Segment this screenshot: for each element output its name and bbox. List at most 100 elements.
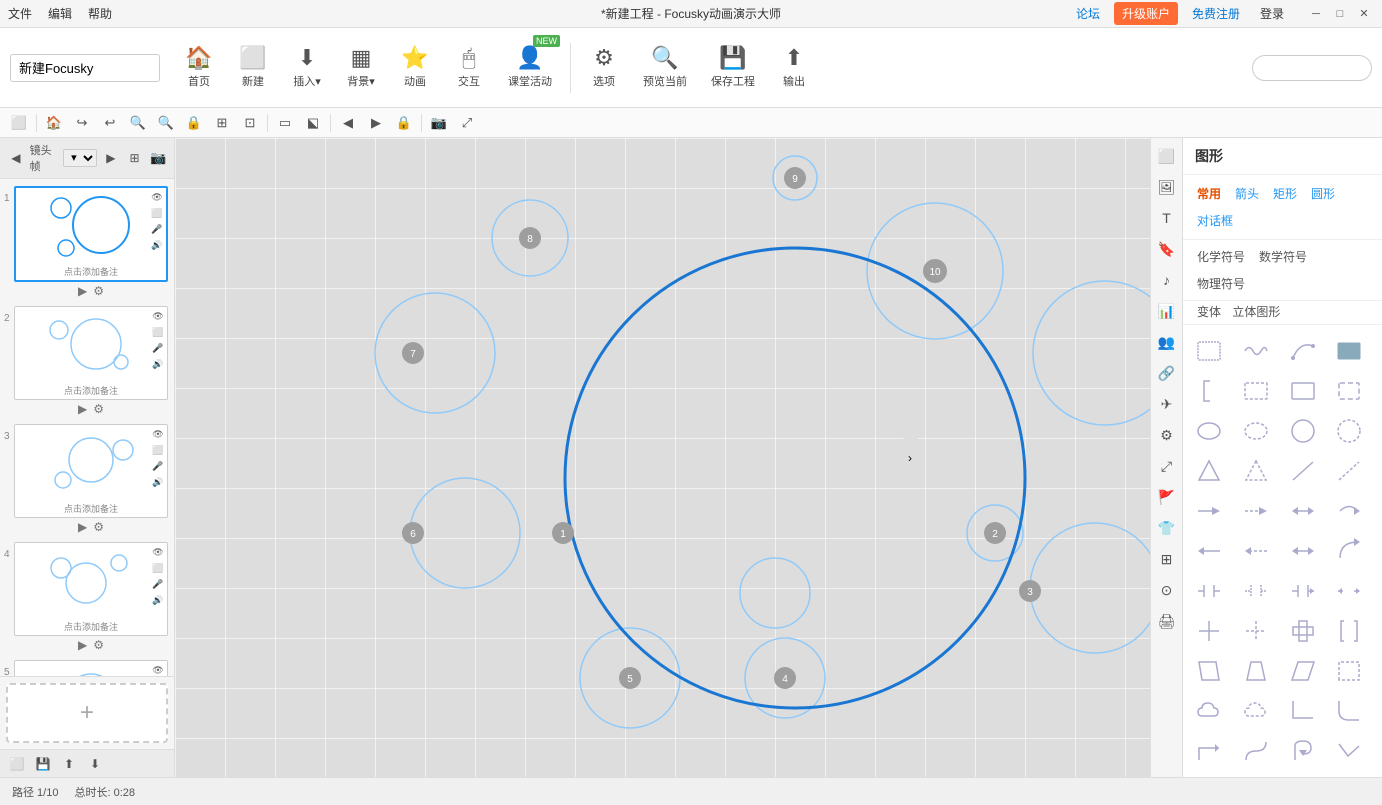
circle-6[interactable] xyxy=(410,478,520,588)
flag-panel-icon[interactable]: 🚩 xyxy=(1153,483,1181,511)
link-panel-icon[interactable]: 🔗 xyxy=(1153,359,1181,387)
slide-label-4[interactable]: 点击添加备注 xyxy=(15,618,167,635)
shape-subcat-variant[interactable]: 变体 xyxy=(1193,303,1225,321)
slide-play-3[interactable]: ▶ xyxy=(78,520,87,534)
tb2-prev-btn[interactable]: ◀ xyxy=(335,111,361,135)
shape-connector2[interactable] xyxy=(1238,573,1274,609)
toolbar-animation[interactable]: ⭐ 动画 xyxy=(390,33,440,103)
slide-item-3[interactable]: 3 × 👁 ⬜ 🎤 🔊 xyxy=(0,421,174,539)
slide-mic-icon-3[interactable]: 🎤 xyxy=(151,459,165,473)
slides-bottom-btn3[interactable]: ⬆ xyxy=(58,753,80,775)
slide-label-2[interactable]: 点击添加备注 xyxy=(15,382,167,399)
tb2-lock2-btn[interactable]: 🔒 xyxy=(391,111,417,135)
tb2-zoomin-btn[interactable]: 🔍 xyxy=(125,111,151,135)
shape-subcat-math[interactable]: 数学符号 xyxy=(1255,246,1311,267)
slide-item-5[interactable]: 5 × 👁 ⬜ 🎤 🔊 xyxy=(0,657,174,676)
slides-bottom-btn1[interactable]: ⬜ xyxy=(6,753,28,775)
toolbar-insert[interactable]: ⬇ 插入▾ xyxy=(282,33,332,103)
bookmark-panel-icon[interactable]: 🔖 xyxy=(1153,235,1181,263)
toolbar-select[interactable]: ⚙ 选项 xyxy=(579,33,629,103)
shape-hook[interactable] xyxy=(1285,733,1321,769)
slide-play-2[interactable]: ▶ xyxy=(78,402,87,416)
slide-eye-icon-2[interactable]: 👁 xyxy=(151,309,165,323)
shape-cat-dialog[interactable]: 对话框 xyxy=(1193,210,1237,231)
shape-corner[interactable] xyxy=(1285,693,1321,729)
slide-item-1[interactable]: 1 × 👁 ⬜ 🎤 🔊 xyxy=(0,183,174,303)
shape-dashed-arrow[interactable] xyxy=(1238,493,1274,529)
shape-dashed-circle[interactable] xyxy=(1331,413,1367,449)
search-input[interactable] xyxy=(1252,55,1372,81)
slide-mic-icon-2[interactable]: 🎤 xyxy=(151,341,165,355)
toolbar-new[interactable]: ⬜ 新建 xyxy=(228,33,278,103)
slide-eye-icon-5[interactable]: 👁 xyxy=(151,663,165,676)
slide-frame-icon-3[interactable]: ⬜ xyxy=(151,443,165,457)
forum-link[interactable]: 论坛 xyxy=(1070,3,1106,24)
shape-dashed-rect2[interactable] xyxy=(1331,373,1367,409)
shape-cat-common[interactable]: 常用 xyxy=(1193,183,1225,204)
chart-panel-icon[interactable]: 📊 xyxy=(1153,297,1181,325)
shape-cat-arrow[interactable]: 箭头 xyxy=(1231,183,1263,204)
shape-connector1[interactable] xyxy=(1191,573,1227,609)
toolbar-interact[interactable]: 🖱 交互 xyxy=(444,33,494,103)
slide-speaker-icon-4[interactable]: 🔊 xyxy=(151,593,165,607)
shape-elbow[interactable] xyxy=(1191,733,1227,769)
tb2-redo-btn[interactable]: ↩ xyxy=(97,111,123,135)
slide-frame-icon-1[interactable]: ⬜ xyxy=(150,206,164,220)
shape-trapezoid2[interactable] xyxy=(1331,653,1367,689)
toolbar-home[interactable]: 🏠 首页 xyxy=(174,33,224,103)
circle-3[interactable] xyxy=(1030,523,1150,653)
slides-bottom-btn4[interactable]: ⬇ xyxy=(84,753,106,775)
shape-circle[interactable] xyxy=(1285,413,1321,449)
shape-cat-rect[interactable]: 矩形 xyxy=(1269,183,1301,204)
shape-cross1[interactable] xyxy=(1191,613,1227,649)
shape-double-arrow2[interactable] xyxy=(1285,533,1321,569)
tb2-camera-btn[interactable]: 📷 xyxy=(426,111,452,135)
music-panel-icon[interactable]: ♪ xyxy=(1153,266,1181,294)
slide-settings-4[interactable]: ⚙ xyxy=(93,638,104,652)
shape-bracket-left[interactable] xyxy=(1191,373,1227,409)
tb2-home-btn[interactable]: 🏠 xyxy=(41,111,67,135)
shape-parallelogram[interactable] xyxy=(1191,653,1227,689)
shape-connector4[interactable] xyxy=(1331,573,1367,609)
slide-item-4[interactable]: 4 × 👁 ⬜ 🎤 🔊 xyxy=(0,539,174,657)
shape-arrow-left[interactable] xyxy=(1191,533,1227,569)
slide-settings-2[interactable]: ⚙ xyxy=(93,402,104,416)
shapes-panel-icon[interactable]: ⬜ xyxy=(1153,142,1181,170)
tb2-grid-btn[interactable]: ⊞ xyxy=(209,111,235,135)
shape-cross3[interactable] xyxy=(1285,613,1321,649)
shape-arc-arrow[interactable] xyxy=(1331,533,1367,569)
shape-double-arrow[interactable] xyxy=(1285,493,1321,529)
tb2-rect-btn[interactable]: ▭ xyxy=(272,111,298,135)
toolbar-export[interactable]: ⬆ 输出 xyxy=(769,33,819,103)
settings-panel-icon[interactable]: ⚙ xyxy=(1153,421,1181,449)
slide-mic-icon-1[interactable]: 🎤 xyxy=(150,222,164,236)
slide-speaker-icon-2[interactable]: 🔊 xyxy=(151,357,165,371)
shape-dashed-triangle[interactable] xyxy=(1238,453,1274,489)
shape-select-rect[interactable] xyxy=(1191,333,1227,369)
people-panel-icon[interactable]: 👥 xyxy=(1153,328,1181,356)
shape-ellipse[interactable] xyxy=(1191,413,1227,449)
shape-arrow-right[interactable] xyxy=(1191,493,1227,529)
collapse-right-panel[interactable]: › xyxy=(902,438,918,478)
add-slide-button[interactable]: + xyxy=(6,683,168,743)
resize-panel-icon[interactable]: ⤢ xyxy=(1153,452,1181,480)
menu-edit[interactable]: 编辑 xyxy=(48,5,72,22)
slide-item-2[interactable]: 2 × 👁 ⬜ 🎤 🔊 xyxy=(0,303,174,421)
shape-rect-outline[interactable] xyxy=(1285,373,1321,409)
close-button[interactable]: ✕ xyxy=(1354,4,1374,24)
shape-triangle[interactable] xyxy=(1191,453,1227,489)
shape-cloud[interactable] xyxy=(1191,693,1227,729)
menu-file[interactable]: 文件 xyxy=(8,5,32,22)
tb2-lock-btn[interactable]: 🔒 xyxy=(181,111,207,135)
slide-play-1[interactable]: ▶ xyxy=(78,284,87,298)
shape-trapezoid[interactable] xyxy=(1238,653,1274,689)
circle-7[interactable] xyxy=(375,293,495,413)
shape-dashed-ellipse[interactable] xyxy=(1238,413,1274,449)
tb2-zoomout-btn[interactable]: 🔍 xyxy=(153,111,179,135)
slide-eye-icon-1[interactable]: 👁 xyxy=(150,190,164,204)
slide-label-1[interactable]: 点击添加备注 xyxy=(16,263,166,280)
plane-panel-icon[interactable]: ✈ xyxy=(1153,390,1181,418)
slide-speaker-icon-3[interactable]: 🔊 xyxy=(151,475,165,489)
shape-scurve[interactable] xyxy=(1238,733,1274,769)
circle-5b[interactable] xyxy=(740,558,810,628)
